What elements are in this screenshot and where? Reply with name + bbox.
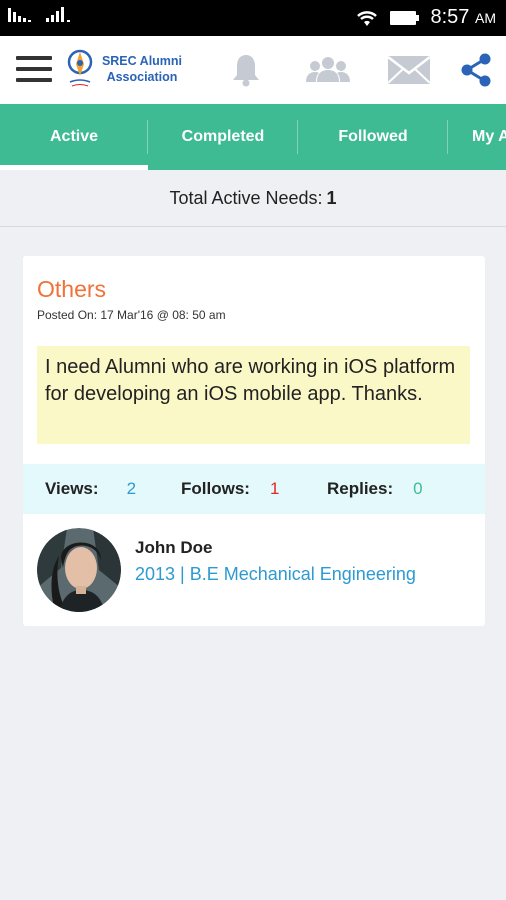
total-active-needs: Total Active Needs: 1: [0, 170, 506, 227]
author-name: John Doe: [135, 538, 213, 557]
tab-label: My A: [472, 128, 506, 145]
status-bar: 8:57 AM: [0, 0, 506, 36]
summary-label: Total Active Needs:: [169, 187, 323, 208]
replies-stat: Replies: 0: [327, 479, 423, 499]
app-title: SREC Alumni Association: [101, 54, 183, 84]
tab-bar: Active Completed Followed My A: [0, 104, 506, 170]
share-button[interactable]: [458, 50, 494, 90]
follows-count: 1: [269, 479, 280, 498]
tab-label: Completed: [181, 128, 265, 145]
app-bar: SREC Alumni Association: [0, 36, 506, 104]
bell-icon: [233, 55, 259, 87]
summary-count: 1: [326, 187, 337, 208]
messages-button[interactable]: [387, 50, 431, 90]
tab-active[interactable]: Active: [0, 104, 148, 170]
author-row[interactable]: John Doe 2013 | B.E Mechanical Engineeri…: [37, 526, 477, 614]
signal-2-icon: [46, 7, 70, 22]
battery-icon: [389, 10, 419, 25]
tab-label: Active: [49, 128, 99, 145]
follows-stat: Follows: 1: [181, 479, 279, 499]
wifi-icon: [356, 10, 377, 26]
replies-count: 0: [413, 479, 423, 498]
users-icon: [306, 57, 350, 82]
clock: 8:57 AM: [430, 6, 497, 28]
mail-icon: [387, 56, 431, 84]
people-button[interactable]: [306, 50, 350, 90]
replies-label: Replies:: [327, 479, 394, 498]
need-message: I need Alumni who are working in iOS pla…: [37, 346, 470, 444]
signal-indicators: [8, 6, 74, 26]
need-stats: Views: 2 Follows: 1 Replies: 0: [23, 464, 485, 514]
tab-my[interactable]: My A: [448, 104, 506, 170]
tab-completed[interactable]: Completed: [148, 104, 298, 170]
signal-1-icon: [8, 8, 31, 22]
need-card[interactable]: Others Posted On: 17 Mar'16 @ 08: 50 am …: [23, 256, 485, 626]
views-stat: Views: 2: [45, 479, 136, 499]
views-label: Views:: [45, 479, 99, 498]
menu-button[interactable]: [16, 56, 52, 84]
need-category: Others: [37, 276, 107, 302]
posted-date: Posted On: 17 Mar'16 @ 08: 50 am: [37, 308, 226, 322]
follows-label: Follows:: [181, 479, 250, 498]
notifications-button[interactable]: [228, 50, 264, 90]
share-icon: [461, 53, 491, 87]
status-right: 8:57 AM: [355, 6, 497, 29]
author-details: 2013 | B.E Mechanical Engineering: [135, 564, 416, 584]
association-logo: [67, 49, 93, 87]
views-count: 2: [126, 479, 137, 498]
tab-followed[interactable]: Followed: [298, 104, 448, 170]
avatar: [37, 528, 121, 612]
tab-label: Followed: [338, 128, 408, 145]
